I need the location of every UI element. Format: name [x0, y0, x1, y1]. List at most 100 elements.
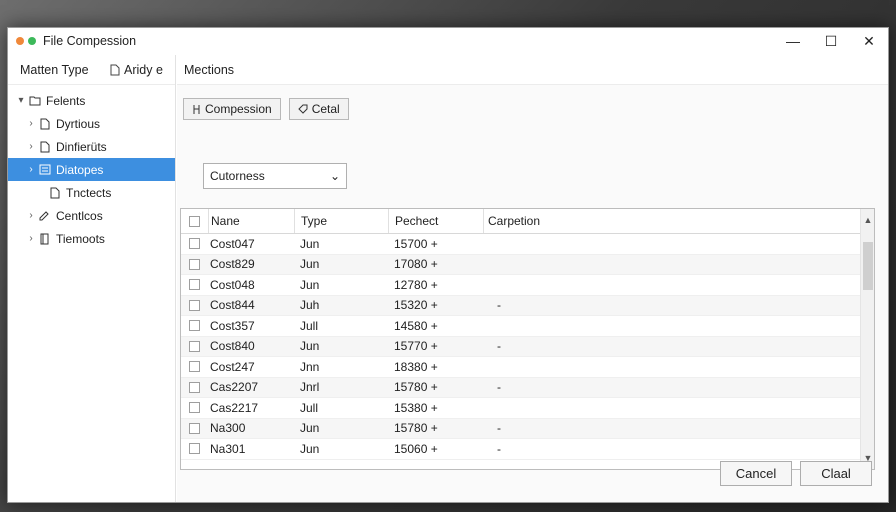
row-checkbox-cell[interactable] [181, 357, 208, 377]
cell-carpetion: - [497, 421, 501, 436]
tree-item[interactable]: › Tiemoots [8, 227, 175, 250]
column-header-pechect[interactable]: Pechect [388, 209, 483, 233]
cancel-button[interactable]: Cancel [720, 461, 792, 486]
cell-pechect: 18380 + [394, 359, 438, 374]
filter-select[interactable]: Cutorness ⌄ [203, 163, 347, 189]
tree-item[interactable]: › Dinfierüts [8, 135, 175, 158]
cell-carpetion [483, 255, 579, 275]
matter-type-header[interactable]: Matten Type [8, 63, 104, 77]
table-row[interactable]: Na300 Jun 15780 + - [181, 418, 874, 439]
cell-type: Jun [300, 441, 320, 456]
chevron-right-icon[interactable]: › [24, 141, 38, 152]
cell-carpetion: - [497, 298, 501, 313]
row-checkbox-cell[interactable] [181, 378, 208, 398]
select-all-checkbox[interactable] [189, 215, 200, 227]
document-icon [38, 118, 52, 130]
scroll-thumb[interactable] [863, 242, 873, 290]
table-row[interactable]: Cost047 Jun 15700 + [181, 234, 874, 255]
row-checkbox-cell[interactable] [181, 296, 208, 316]
cell-pechect: 15320 + [394, 298, 438, 313]
compression-button[interactable]: Compession [183, 98, 281, 120]
chevron-right-icon[interactable]: › [24, 233, 38, 244]
table-row[interactable]: Cas2217 Jull 15380 + [181, 398, 874, 419]
row-checkbox[interactable] [189, 402, 200, 414]
cell-pechect: 15700 + [394, 236, 438, 251]
tree-item[interactable]: › Diatopes [8, 158, 175, 181]
column-header-carpetion[interactable]: Carpetion [483, 209, 579, 233]
cell-name: Cas2217 [210, 400, 259, 415]
chevron-down-icon[interactable]: ▾ [14, 95, 28, 106]
scroll-up-icon[interactable]: ▲ [861, 213, 874, 227]
cell-type: Jun [300, 421, 320, 436]
detail-button-label: Cetal [311, 102, 340, 116]
detail-button[interactable]: Cetal [288, 98, 349, 120]
cell-type: Jun [300, 236, 320, 251]
row-checkbox-cell[interactable] [181, 255, 208, 275]
tree-item[interactable]: ▾ Felents [8, 89, 175, 112]
chevron-right-icon[interactable]: › [24, 164, 38, 175]
row-checkbox[interactable] [189, 238, 200, 250]
table-row[interactable]: Cost357 Jull 14580 + [181, 316, 874, 337]
minimize-icon[interactable]: — [774, 28, 812, 54]
row-checkbox[interactable] [189, 361, 200, 373]
cell-name: Cost829 [210, 257, 255, 272]
list-icon [38, 164, 52, 175]
row-checkbox-cell[interactable] [181, 419, 208, 439]
tree-item-label: Tiemoots [56, 231, 105, 246]
row-checkbox[interactable] [189, 340, 200, 352]
row-checkbox[interactable] [189, 279, 200, 291]
table-row[interactable]: Cost247 Jnn 18380 + [181, 357, 874, 378]
tree-item[interactable]: › Centlcos [8, 204, 175, 227]
tree-item-label: Dyrtious [56, 116, 101, 131]
tree-view: ▾ Felents › Dyrtious › Dinfierüts › Diatopes Tnc… [8, 85, 175, 250]
row-checkbox[interactable] [189, 320, 200, 332]
table-row[interactable]: Na301 Jun 15060 + - [181, 439, 874, 460]
cell-type: Jun [300, 339, 320, 354]
row-checkbox[interactable] [189, 299, 200, 311]
row-checkbox-cell[interactable] [181, 337, 208, 357]
table-row[interactable]: Cost829 Jun 17080 + [181, 254, 874, 275]
row-checkbox[interactable] [189, 422, 200, 434]
vertical-scrollbar[interactable]: ▲ ▼ [860, 209, 874, 469]
row-checkbox-cell[interactable] [181, 316, 208, 336]
tag-icon [297, 104, 308, 114]
orange-dot-icon[interactable] [16, 37, 24, 45]
cell-pechect: 17080 + [394, 257, 438, 272]
cell-type: Juh [300, 298, 320, 313]
tree-item[interactable]: Tnctects [8, 181, 175, 204]
row-checkbox-cell[interactable] [181, 439, 208, 459]
left-header: Matten Type Aridy e [8, 55, 175, 85]
table-row[interactable]: Cost840 Jun 15770 + - [181, 336, 874, 357]
tree-item-label: Diatopes [56, 162, 104, 177]
select-all-checkbox-cell[interactable] [181, 209, 208, 233]
cell-carpetion: - [497, 441, 501, 456]
row-checkbox[interactable] [189, 443, 200, 455]
maximize-icon[interactable]: ☐ [812, 28, 850, 54]
close-button[interactable]: Claal [800, 461, 872, 486]
table-body: Cost047 Jun 15700 + Cost829 Jun 17080 + Cost04… [181, 234, 874, 460]
tree-item[interactable]: › Dyrtious [8, 112, 175, 135]
green-dot-icon[interactable] [28, 37, 36, 45]
aridy-header[interactable]: Aridy e [104, 63, 163, 77]
row-checkbox-cell[interactable] [181, 398, 208, 418]
table-row[interactable]: Cost844 Juh 15320 + - [181, 295, 874, 316]
column-header-type[interactable]: Type [294, 209, 388, 233]
close-icon[interactable]: ✕ [850, 28, 888, 54]
column-header-name[interactable]: Nane [208, 209, 294, 233]
edit-icon [38, 210, 52, 221]
cell-name: Cost047 [210, 236, 255, 251]
row-checkbox[interactable] [189, 258, 200, 270]
tree-item-label: Tnctects [66, 185, 112, 200]
right-header: Mections [177, 55, 888, 85]
document-icon [110, 64, 120, 75]
table-row[interactable]: Cas2207 Jnrl 15780 + - [181, 377, 874, 398]
table-row[interactable]: Cost048 Jun 12780 + [181, 275, 874, 296]
compression-button-label: Compession [205, 102, 272, 116]
row-checkbox-cell[interactable] [181, 234, 208, 254]
row-checkbox[interactable] [189, 381, 200, 393]
cell-pechect: 15780 + [394, 380, 438, 395]
chevron-right-icon[interactable]: › [24, 118, 38, 129]
row-checkbox-cell[interactable] [181, 275, 208, 295]
cell-carpetion [483, 357, 579, 377]
chevron-right-icon[interactable]: › [24, 210, 38, 221]
